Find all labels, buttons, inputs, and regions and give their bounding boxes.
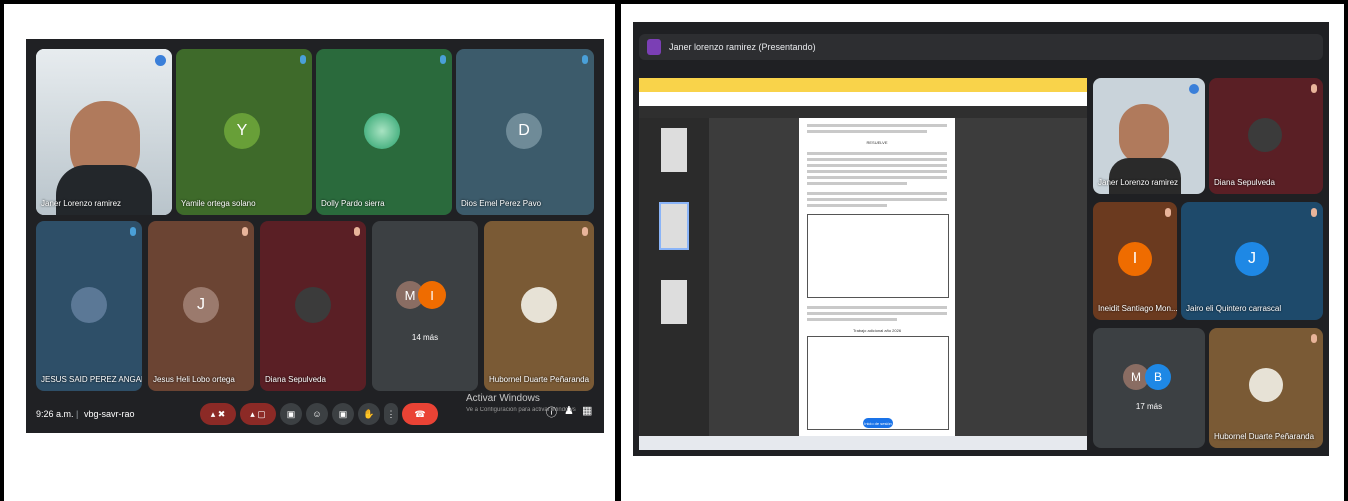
browser-address-bar — [639, 92, 1087, 106]
participant-tile[interactable]: Y Yamile ortega solano — [176, 49, 312, 215]
participant-name: Yamile ortega solano — [181, 199, 256, 208]
participant-name: Jairo eli Quintero carrascal — [1186, 304, 1282, 313]
participant-name: Hubornel Duarte Peñaranda — [1214, 432, 1315, 441]
participant-name: Dios Emel Perez Pavo — [461, 199, 542, 208]
captions-button[interactable]: ▣ — [280, 403, 302, 425]
shared-screen[interactable]: RESUELVE Trabajo adicional año 2026 Inic… — [639, 78, 1087, 450]
document-heading: RESUELVE — [866, 140, 888, 145]
participant-tile[interactable]: J Jesus Heli Lobo ortega — [148, 221, 254, 391]
participant-tile[interactable]: JESUS SAID PEREZ ANGARITA — [36, 221, 142, 391]
participant-tile[interactable]: Diana Sepulveda — [1209, 78, 1323, 194]
avatar: D — [506, 113, 542, 149]
meet-call-screen: Janer Lorenzo ramirez Y Yamile ortega so… — [26, 39, 604, 433]
participant-name: Jesus Heli Lobo ortega — [153, 375, 235, 384]
meeting-code: vbg-savr-rao — [84, 409, 135, 419]
activate-windows-subtitle: Ve a Configuración para activar Windows. — [466, 407, 576, 413]
avatar — [1248, 118, 1282, 152]
leave-call-button[interactable]: ☎ — [402, 403, 438, 425]
activate-windows-title: Activar Windows — [466, 393, 540, 404]
participant-tile[interactable]: Hubornel Duarte Peñaranda — [484, 221, 594, 391]
speaking-indicator-icon — [155, 55, 166, 66]
participant-tile[interactable]: Janer Lorenzo ramirez — [36, 49, 172, 215]
activities-icon[interactable]: ▦ — [582, 404, 592, 417]
browser-tabs-bar — [639, 78, 1087, 92]
participant-tile[interactable]: I Ineidit Santiago Mon... — [1093, 202, 1177, 320]
separator: | — [76, 409, 79, 419]
pdf-toolbar — [639, 106, 1087, 118]
participant-name: Dolly Pardo sierra — [321, 199, 385, 208]
avatar: J — [1235, 242, 1269, 276]
participant-name: Diana Sepulveda — [265, 375, 326, 384]
emoji-button[interactable]: ☺ — [306, 403, 328, 425]
page-thumbnail[interactable] — [661, 128, 687, 172]
meet-call-screen: Janer lorenzo ramirez (Presentando) RESU… — [633, 22, 1329, 456]
presenter-avatar — [647, 39, 661, 55]
more-participants-count: 14 más — [411, 333, 439, 342]
presenter-label: Janer lorenzo ramirez (Presentando) — [669, 42, 816, 52]
participant-name: Janer Lorenzo ramirez — [41, 199, 122, 208]
page-thumbnail[interactable] — [659, 202, 689, 250]
mic-off-icon — [1165, 208, 1171, 217]
document-table-heading: Trabajo adicional año 2026 — [852, 328, 902, 333]
avatar — [295, 287, 331, 323]
mic-icon — [130, 227, 136, 236]
presenter-banner: Janer lorenzo ramirez (Presentando) — [639, 34, 1323, 60]
people-icon[interactable]: ♟ — [564, 404, 574, 417]
meeting-time: 9:26 a.m. — [36, 409, 74, 419]
mic-off-icon — [582, 227, 588, 236]
camera-toggle-button[interactable]: ▴ ▢ — [240, 403, 276, 425]
avatar: J — [183, 287, 219, 323]
avatar: Y — [224, 113, 260, 149]
info-icon[interactable]: ⓘ — [546, 404, 557, 420]
participant-name: Hubornel Duarte Peñaranda — [489, 375, 590, 384]
right-screenshot-panel: Janer lorenzo ramirez (Presentando) RESU… — [621, 4, 1344, 501]
more-participants-count: 17 más — [1135, 402, 1163, 411]
person-face-image — [1119, 104, 1169, 164]
participant-name: Diana Sepulveda — [1214, 178, 1275, 187]
mic-off-icon — [1311, 208, 1317, 217]
participant-name: Janer Lorenzo ramirez — [1098, 178, 1179, 187]
pdf-page: RESUELVE Trabajo adicional año 2026 — [799, 118, 955, 436]
participant-name: JESUS SAID PEREZ ANGARITA — [41, 375, 142, 384]
windows-taskbar — [639, 436, 1087, 450]
avatar — [521, 287, 557, 323]
avatar: I — [1118, 242, 1152, 276]
avatar — [71, 287, 107, 323]
avatar — [1249, 368, 1283, 402]
participant-name: Ineidit Santiago Mon... — [1098, 304, 1177, 313]
mic-off-icon — [1311, 334, 1317, 343]
avatar: I — [418, 281, 446, 309]
page-thumbnail[interactable] — [661, 280, 687, 324]
mic-off-icon — [1311, 84, 1317, 93]
pdf-thumbnails-panel — [639, 118, 709, 436]
document-table — [807, 336, 949, 430]
participant-tile[interactable]: Diana Sepulveda — [260, 221, 366, 391]
avatar: B — [1145, 364, 1171, 390]
raise-hand-button[interactable]: ✋ — [358, 403, 380, 425]
avatar — [364, 113, 400, 149]
more-participants-tile[interactable]: M I 14 más — [372, 221, 478, 391]
mic-off-icon — [242, 227, 248, 236]
sign-in-button[interactable]: Inicio de sesión — [863, 418, 893, 428]
mic-off-icon — [354, 227, 360, 236]
present-button[interactable]: ▣ — [332, 403, 354, 425]
participant-tile[interactable]: Janer Lorenzo ramirez — [1093, 78, 1205, 194]
mic-icon — [300, 55, 306, 64]
speaking-indicator-icon — [1189, 84, 1199, 94]
mic-toggle-button[interactable]: ▴ ✖ — [200, 403, 236, 425]
participant-tile[interactable]: J Jairo eli Quintero carrascal — [1181, 202, 1323, 320]
more-participants-tile[interactable]: M B 17 más — [1093, 328, 1205, 448]
participant-tile[interactable]: Hubornel Duarte Peñaranda — [1209, 328, 1323, 448]
participant-tile[interactable]: D Dios Emel Perez Pavo — [456, 49, 594, 215]
participant-tile[interactable]: Dolly Pardo sierra — [316, 49, 452, 215]
mic-icon — [582, 55, 588, 64]
more-options-button[interactable]: ⋮ — [384, 403, 398, 425]
left-screenshot-panel: Janer Lorenzo ramirez Y Yamile ortega so… — [4, 4, 615, 501]
document-table — [807, 214, 949, 298]
mic-icon — [440, 55, 446, 64]
